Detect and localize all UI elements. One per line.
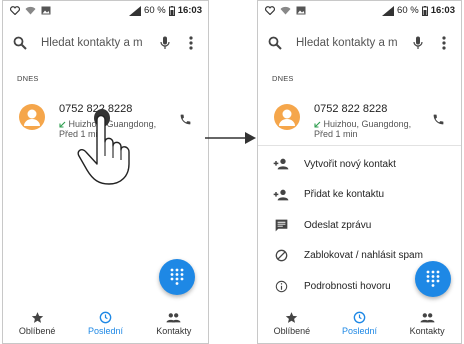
person-icon xyxy=(24,109,40,126)
people-icon xyxy=(166,313,181,323)
call-log-entry[interactable]: 0752 822 8228 Huizhou, Guangdong, Před 1… xyxy=(272,99,451,143)
bottom-navigation: Oblíbené Poslední Kontakty xyxy=(3,309,208,343)
image-notification-icon xyxy=(296,6,306,15)
transition-arrow-icon xyxy=(205,132,256,144)
nav-contacts[interactable]: Kontakty xyxy=(393,309,461,343)
avatar xyxy=(274,104,300,130)
battery-icon xyxy=(168,5,175,16)
menu-add-to-contact[interactable]: Přidat ke kontaktu xyxy=(258,180,461,211)
battery-icon xyxy=(421,5,428,16)
clock-icon xyxy=(99,311,112,324)
star-icon xyxy=(286,312,298,323)
nav-recents-label: Poslední xyxy=(341,326,378,336)
section-header-today: DNES xyxy=(17,74,39,83)
menu-block-report-label: Zablokovat / nahlásit spam xyxy=(304,250,423,262)
add-contact-icon xyxy=(258,158,304,170)
nav-contacts[interactable]: Kontakty xyxy=(140,309,208,343)
clock-icon xyxy=(353,311,366,324)
microphone-icon[interactable] xyxy=(156,34,174,52)
search-bar[interactable]: Hledat kontakty a m xyxy=(11,28,200,58)
avatar xyxy=(19,104,45,130)
signal-icon xyxy=(129,5,142,16)
block-icon xyxy=(258,249,304,262)
menu-create-contact-label: Vytvořit nový kontakt xyxy=(304,158,396,170)
heart-icon xyxy=(265,6,275,15)
received-call-arrow-icon xyxy=(59,121,66,128)
dialpad-icon xyxy=(426,270,440,287)
dialpad-button[interactable] xyxy=(159,259,195,295)
nav-favorites-label: Oblíbené xyxy=(18,326,56,336)
search-input[interactable]: Hledat kontakty a m xyxy=(41,37,156,49)
nav-favorites-label: Oblíbené xyxy=(273,326,311,336)
more-options-icon[interactable] xyxy=(435,34,453,52)
menu-call-details-label: Podrobnosti hovoru xyxy=(304,280,391,292)
menu-send-message-label: Odeslat zprávu xyxy=(304,219,372,231)
search-icon[interactable] xyxy=(11,34,29,52)
nav-contacts-label: Kontakty xyxy=(409,326,445,336)
phone-screen-after: 60 % 16:03 Hledat kontakty a m DNES 0752… xyxy=(257,0,462,344)
caller-number: 0752 822 8228 xyxy=(314,103,388,115)
battery-percent: 60 % xyxy=(144,5,166,16)
search-bar[interactable]: Hledat kontakty a m xyxy=(266,28,453,58)
person-icon xyxy=(279,109,295,126)
heart-icon xyxy=(10,6,20,15)
nav-recents[interactable]: Poslední xyxy=(326,309,394,343)
tap-gesture-icon xyxy=(77,109,130,185)
divider xyxy=(258,145,461,146)
wifi-icon xyxy=(25,6,36,15)
menu-send-message[interactable]: Odeslat zprávu xyxy=(258,210,461,241)
wifi-icon xyxy=(280,6,291,15)
dialpad-button[interactable] xyxy=(415,261,451,297)
battery-percent: 60 % xyxy=(397,5,419,16)
more-options-icon[interactable] xyxy=(182,34,200,52)
call-back-icon[interactable] xyxy=(179,113,192,131)
nav-contacts-label: Kontakty xyxy=(156,326,192,336)
phone-screen-before: 60 % 16:03 Hledat kontakty a m DNES 0752… xyxy=(2,0,209,344)
search-icon[interactable] xyxy=(266,34,284,52)
caller-location: Huizhou, Guangdong, xyxy=(323,119,412,129)
add-to-contact-icon xyxy=(258,189,304,201)
received-call-arrow-icon xyxy=(314,121,321,128)
info-icon xyxy=(258,280,304,293)
call-time: Před 1 min xyxy=(314,129,358,139)
nav-favorites[interactable]: Oblíbené xyxy=(3,309,71,343)
microphone-icon[interactable] xyxy=(409,34,427,52)
message-icon xyxy=(258,219,304,232)
search-input[interactable]: Hledat kontakty a m xyxy=(296,37,409,49)
star-icon xyxy=(31,312,43,323)
menu-add-to-contact-label: Přidat ke kontaktu xyxy=(304,189,385,201)
caller-details: Huizhou, Guangdong, Před 1 min xyxy=(314,119,414,139)
nav-favorites[interactable]: Oblíbené xyxy=(258,309,326,343)
clock-time: 16:03 xyxy=(430,5,455,16)
bottom-navigation: Oblíbené Poslední Kontakty xyxy=(258,309,461,343)
clock-time: 16:03 xyxy=(177,5,202,16)
status-bar: 60 % 16:03 xyxy=(3,1,208,21)
nav-recents[interactable]: Poslední xyxy=(71,309,139,343)
people-icon xyxy=(420,313,435,323)
image-notification-icon xyxy=(41,6,51,15)
dialpad-icon xyxy=(170,268,184,285)
signal-icon xyxy=(382,5,395,16)
nav-recents-label: Poslední xyxy=(87,326,123,336)
menu-create-contact[interactable]: Vytvořit nový kontakt xyxy=(258,149,461,180)
section-header-today: DNES xyxy=(272,74,294,83)
call-back-icon[interactable] xyxy=(432,113,445,131)
status-bar: 60 % 16:03 xyxy=(258,1,461,21)
